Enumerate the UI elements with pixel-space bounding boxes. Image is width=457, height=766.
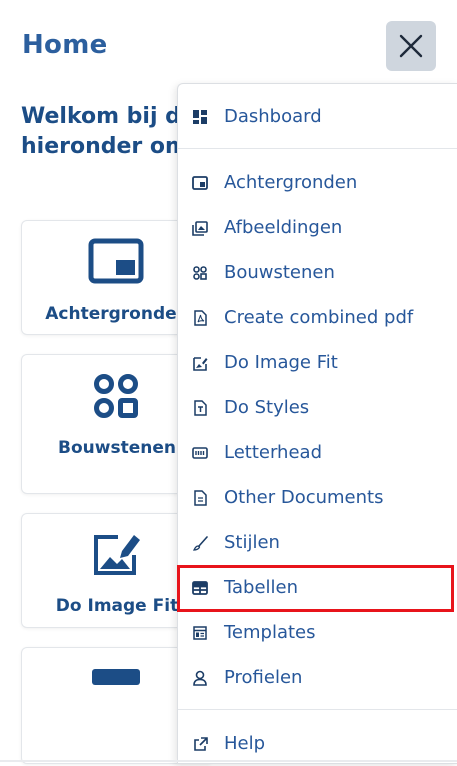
building-blocks-icon: [94, 374, 138, 418]
menu-item-label: Dashboard: [224, 106, 322, 127]
background-icon: [192, 175, 208, 191]
external-link-icon: [192, 736, 208, 752]
menu-item-label: Templates: [224, 622, 316, 643]
image-fit-icon: [192, 355, 208, 371]
menu-item-afbeeldingen[interactable]: Afbeeldingen: [178, 205, 457, 250]
menu-item-templates[interactable]: Templates: [178, 610, 457, 655]
navigation-menu: Dashboard Achtergronden Afbeeldingen Bou…: [177, 83, 457, 764]
letterhead-icon: [192, 445, 208, 461]
styles-icon: [192, 400, 208, 416]
images-icon: [192, 220, 208, 236]
menu-item-label: Help: [224, 733, 266, 754]
menu-item-label: Other Documents: [224, 487, 384, 508]
menu-item-label: Do Styles: [224, 397, 310, 418]
user-icon: [192, 670, 208, 686]
menu-item-other-documents[interactable]: Other Documents: [178, 475, 457, 520]
menu-item-label: Profielen: [224, 667, 303, 688]
highlight-box: [177, 565, 454, 612]
menu-item-bouwstenen[interactable]: Bouwstenen: [178, 250, 457, 295]
menu-item-label: Bouwstenen: [224, 262, 335, 283]
pdf-icon: [192, 310, 208, 326]
page-title: Home: [22, 30, 108, 60]
menu-item-label: Achtergronden: [224, 172, 358, 193]
dashboard-icon: [192, 109, 208, 125]
menu-divider: [178, 709, 457, 710]
background-icon: [88, 238, 144, 284]
menu-item-dashboard[interactable]: Dashboard: [178, 94, 457, 139]
menu-item-label: Afbeeldingen: [224, 217, 343, 238]
close-menu-button[interactable]: [386, 21, 436, 71]
menu-item-label: Create combined pdf: [224, 307, 414, 328]
menu-item-do-styles[interactable]: Do Styles: [178, 385, 457, 430]
document-icon: [192, 490, 208, 506]
menu-item-label: Letterhead: [224, 442, 322, 463]
menu-divider: [178, 148, 457, 149]
menu-item-create-combined-pdf[interactable]: Create combined pdf: [178, 295, 457, 340]
menu-item-do-image-fit[interactable]: Do Image Fit: [178, 340, 457, 385]
close-icon: [399, 34, 423, 58]
image-fit-icon: [94, 535, 140, 575]
menu-item-label: Stijlen: [224, 532, 280, 553]
letterhead-icon: [92, 669, 140, 685]
building-blocks-icon: [192, 265, 208, 281]
menu-item-label: Do Image Fit: [224, 352, 338, 373]
menu-item-profielen[interactable]: Profielen: [178, 655, 457, 700]
templates-icon: [192, 625, 208, 641]
menu-item-letterhead[interactable]: Letterhead: [178, 430, 457, 475]
menu-item-stijlen[interactable]: Stijlen: [178, 520, 457, 565]
menu-item-achtergronden[interactable]: Achtergronden: [178, 160, 457, 205]
brush-icon: [192, 535, 208, 551]
